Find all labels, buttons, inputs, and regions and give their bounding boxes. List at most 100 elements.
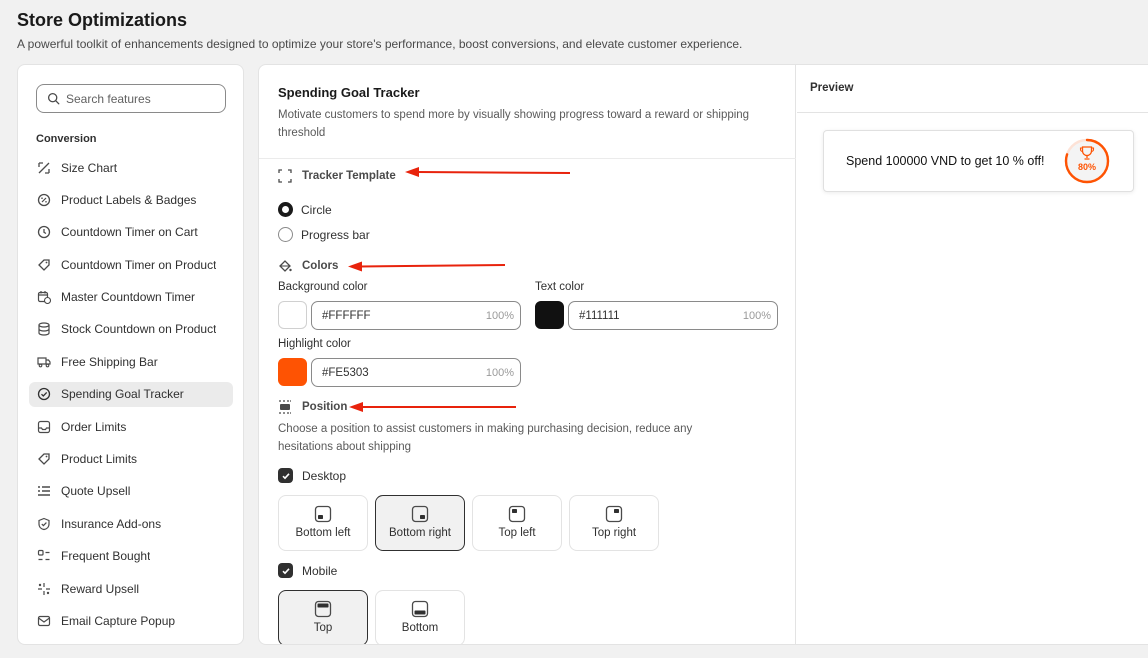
sidebar-item-label: Quote Upsell [61,484,131,499]
highlight-color-field[interactable]: #FE5303 100% [311,358,521,387]
position-top-left-label: Top left [498,527,536,539]
position-top-right-icon [605,505,623,523]
position-bottom-left[interactable]: Bottom left [278,495,368,551]
clock-icon [37,226,51,239]
position-bottom-right[interactable]: Bottom right [375,495,465,551]
background-color-swatch[interactable] [278,301,307,329]
radio-circle[interactable]: Circle [278,202,332,217]
size-chart-icon [38,161,50,174]
preview-canvas: Spend 100000 VND to get 10 % off! 80% [797,113,1148,644]
mail-icon [37,615,51,627]
mobile-position-top[interactable]: Top [278,590,368,644]
sidebar-item-countdown-timer-on-product[interactable]: Countdown Timer on Product [29,252,233,277]
colors-heading: Colors [278,259,338,273]
sidebar-item-frequent-bought[interactable]: Frequent Bought [29,544,233,569]
position-top-right[interactable]: Top right [569,495,659,551]
mobile-position-bottom[interactable]: Bottom [375,590,465,644]
position-top-left[interactable]: Top left [472,495,562,551]
radio-progress-bar-dot[interactable] [278,227,293,242]
shield-icon [38,517,50,530]
divider [259,158,796,159]
checkmark-icon [281,567,290,574]
spending-goal-tracker-widget: Spend 100000 VND to get 10 % off! 80% [823,130,1134,192]
mobile-checkbox[interactable]: Mobile [278,563,337,578]
position-description: Choose a position to assist customers in… [278,423,693,453]
mobile-position-top-label: Top [313,622,333,634]
text-color-field[interactable]: #111111 100% [568,301,778,330]
sidebar-item-quote-upsell[interactable]: Quote Upsell [29,479,233,504]
sidebar-item-label: Free Shipping Bar [61,354,158,369]
position-top-right-label: Top right [591,527,637,539]
position-heading: Position [278,400,347,414]
tag-clock-icon [38,259,50,271]
badge-icon [37,193,51,207]
tracker-template-label: Tracker Template [302,170,396,182]
highlight-color-hex[interactable]: #FE5303 [322,367,486,379]
radio-progress-bar[interactable]: Progress bar [278,227,370,242]
page-subtitle: A powerful toolkit of enhancements desig… [17,37,743,51]
mobile-position-bottom-label: Bottom [401,622,439,634]
sidebar-item-label: Countdown Timer on Product [61,257,217,272]
text-color-opacity[interactable]: 100% [743,310,771,322]
background-color-opacity[interactable]: 100% [486,310,514,322]
sidebar-item-reward-upsell[interactable]: Reward Upsell [29,576,233,601]
list-icon [38,486,50,497]
feature-description: Motivate customers to spend more by visu… [278,109,750,139]
inbox-icon [37,420,51,433]
sidebar-item-master-countdown-timer[interactable]: Master Countdown Timer [29,285,233,310]
sidebar-item-label: Email Capture Popup [61,613,176,628]
desktop-label: Desktop [302,468,347,483]
sidebar-item-insurance-add-ons[interactable]: Insurance Add-ons [29,511,233,536]
preview-title: Preview [810,82,854,94]
sidebar-item-label: Order Limits [61,419,127,434]
tracker-message: Spend 100000 VND to get 10 % off! [846,154,1045,168]
radio-circle-label: Circle [301,202,332,217]
search-input[interactable] [66,91,216,106]
sidebar-item-label: Insurance Add-ons [61,516,162,531]
sidebar-item-size-chart[interactable]: Size Chart [29,155,233,180]
sidebar-item-free-shipping-bar[interactable]: Free Shipping Bar [29,349,233,374]
page-title: Store Optimizations [17,10,188,30]
text-color-swatch[interactable] [535,301,564,329]
sidebar-item-label: Frequent Bought [61,549,151,564]
colors-label: Colors [302,260,339,272]
sidebar-item-stock-countdown-on-product[interactable]: Stock Countdown on Product [29,317,233,342]
position-bottom-right-label: Bottom right [389,527,451,539]
sidebar-list: Size Chart Product Labels & Badges Countdo… [29,155,233,641]
frame-icon [278,169,292,183]
desktop-checkbox-box[interactable] [278,468,293,483]
desktop-checkbox[interactable]: Desktop [278,468,346,483]
mobile-label: Mobile [302,563,338,578]
highlight-color-opacity[interactable]: 100% [486,367,514,379]
radio-progress-bar-label: Progress bar [301,227,370,242]
sidebar-item-product-limits[interactable]: Product Limits [29,447,233,472]
sidebar-item-label: Reward Upsell [61,581,140,596]
database-icon [38,322,50,337]
sidebar-item-product-labels-and-badges[interactable]: Product Labels & Badges [29,187,233,212]
feature-title: Spending Goal Tracker [278,85,420,100]
highlight-color-swatch[interactable] [278,358,307,386]
progress-percent: 80% [1077,162,1096,172]
position-top-left-icon [508,505,526,523]
background-color-label: Background color [278,281,368,293]
search-box[interactable] [36,84,226,113]
annotation-arrow-tracker-template [405,167,571,177]
sidebar-item-label: Size Chart [61,160,118,175]
radio-circle-dot[interactable] [278,202,293,217]
sidebar-item-email-capture-popup[interactable]: Email Capture Popup [29,608,233,633]
sidebar-item-countdown-timer-on-cart[interactable]: Countdown Timer on Cart [29,220,233,245]
background-color-hex[interactable]: #FFFFFF [322,310,486,322]
settings-column: Spending Goal Tracker Motivate customers… [259,65,796,644]
sidebar-item-order-limits[interactable]: Order Limits [29,414,233,439]
annotation-arrow-colors [348,261,506,272]
sidebar-item-spending-goal-tracker[interactable]: Spending Goal Tracker [29,381,233,407]
sidebar-item-label: Master Countdown Timer [61,290,196,305]
preview-area: Spend 100000 VND to get 10 % off! 80% [797,112,1148,644]
check-circle-icon [37,388,51,401]
text-color-hex[interactable]: #111111 [579,310,743,322]
background-color-field[interactable]: #FFFFFF 100% [311,301,521,330]
sidebar-item-label: Countdown Timer on Cart [61,225,198,240]
mobile-checkbox-box[interactable] [278,563,293,578]
progress-ring [1064,138,1110,184]
mobile-bottom-icon [411,600,429,618]
